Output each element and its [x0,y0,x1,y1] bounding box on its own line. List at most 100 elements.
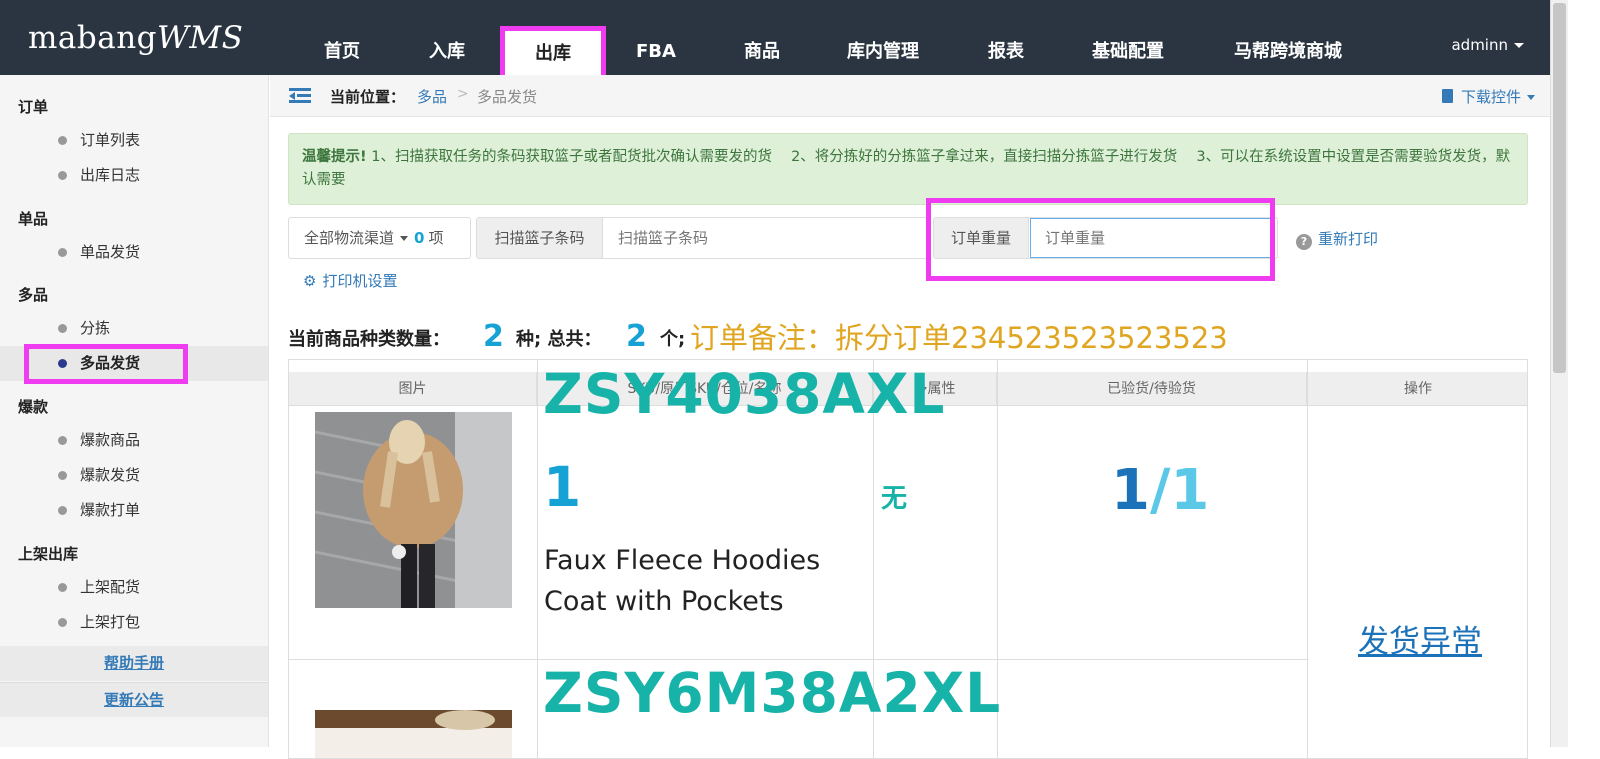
download-control-label: 下载控件 [1460,88,1521,106]
order-note: 订单备注：拆分订单234523523523523 [690,321,1228,355]
reprint-label: 重新打印 [1318,230,1379,248]
update-notice-link[interactable]: 更新公告 [0,682,268,717]
chevron-down-icon [400,236,409,241]
nav-warehouse-mgmt[interactable]: 库内管理 [835,24,931,80]
bullet-icon [58,618,67,627]
logistics-channel-select[interactable]: 全部物流渠道 0 项 [288,217,471,259]
sku-table: 图片 SKU/原厂SKU/仓位/名称 多属性 已验货/待验货 操作 ZSY403… [288,359,1528,759]
sidebar-group-multi: 多品 [18,286,49,304]
sidebar-item-outbound-log[interactable]: 出库日志 [0,158,268,193]
sidebar-item-shelf-pick[interactable]: 上架配货 [0,570,268,605]
basket-barcode-addon: 扫描篮子条码 [477,218,603,258]
sidebar-item-label: 爆款打单 [80,501,141,519]
sidebar-item-single-ship[interactable]: 单品发货 [0,235,268,270]
sidebar-item-label: 出库日志 [80,166,141,184]
bullet-icon [58,583,67,592]
shipping-exception-link[interactable]: 发货异常 [1358,616,1482,661]
highlight-box [926,198,1275,281]
top-navbar: mabangWMS 首页 入库 出库 FBA 商品 库内管理 报表 基础配置 马… [0,0,1568,82]
sidebar-group-single: 单品 [18,210,49,228]
reprint-button[interactable]: ? 重新打印 [1296,228,1378,250]
sidebar-group-orders: 订单 [18,98,49,116]
header-checked: 已验货/待验货 [997,372,1307,406]
kinds-label: 当前商品种类数量： [288,329,450,350]
tip-alert: 温馨提示! 1、扫描获取任务的条码获取篮子或者配货批次确认需要发的货 2、将分拣… [288,133,1528,205]
breadcrumb-bar: 当前位置： 多品 > 多品发货 下载控件 [270,75,1555,117]
sidebar-item-label: 单品发货 [80,243,141,261]
sidebar-item-hot-products[interactable]: 爆款商品 [0,423,268,458]
nav-products[interactable]: 商品 [720,24,804,80]
breadcrumb-current: 多品发货 [477,88,538,106]
sidebar-item-order-list[interactable]: 订单列表 [0,123,268,158]
page-scrollbar[interactable] [1550,0,1568,747]
sidebar-item-label: 上架打包 [80,613,141,631]
sidebar-item-label: 订单列表 [80,131,141,149]
sidebar-item-hot-print[interactable]: 爆款打单 [0,493,268,528]
sidebar-item-label: 爆款商品 [80,431,141,449]
nav-mall[interactable]: 马帮跨境商城 [1220,24,1356,80]
download-icon [1441,89,1453,103]
sidebar-group-shelf: 上架出库 [18,545,79,563]
alert-title: 温馨提示! [302,149,367,165]
checked-count: 1 [1111,458,1150,523]
sidebar-item-label: 爆款发货 [80,466,141,484]
help-manual-link[interactable]: 帮助手册 [0,646,268,681]
sidebar-item-label: 上架配货 [80,578,141,596]
kinds-count: 2 [483,319,504,354]
printer-settings-label: 打印机设置 [322,272,398,290]
bullet-icon [58,324,67,333]
product-image [315,412,512,608]
nav-outbound[interactable]: 出库 [500,26,606,82]
sidebar-item-shelf-pack[interactable]: 上架打包 [0,605,268,640]
sidebar-toggle-icon[interactable] [289,88,311,104]
nav-reports[interactable]: 报表 [970,24,1042,80]
header-action: 操作 [1307,372,1527,406]
basket-barcode-input[interactable] [604,218,924,258]
scrollbar-thumb[interactable] [1553,3,1566,373]
pending-count: /1 [1149,458,1210,523]
product-image [315,710,512,758]
app-logo[interactable]: mabangWMS [28,20,243,56]
bullet-icon [58,436,67,445]
highlight-box [24,344,188,384]
username: adminn [1451,36,1508,54]
nav-home[interactable]: 首页 [300,24,384,80]
header-image: 图片 [289,372,537,406]
sku-quantity: 1 [543,455,582,519]
download-control-button[interactable]: 下载控件 [1441,86,1535,107]
kinds-unit-label: 种; 总共： [516,329,602,350]
nav-basic-config[interactable]: 基础配置 [1080,24,1176,80]
channel-label: 全部物流渠道 [304,229,395,247]
sku-code: ZSY6M38A2XL [543,661,1002,725]
total-unit-label: 个; [660,329,686,350]
bullet-icon [58,171,67,180]
bullet-icon [58,248,67,257]
chevron-down-icon [1527,95,1535,100]
basket-barcode-group: 扫描篮子条码 [476,217,928,259]
logo-text: mabang [28,20,158,56]
sidebar-group-hot: 爆款 [18,398,49,416]
question-icon: ? [1296,234,1312,250]
main-content: 当前位置： 多品 > 多品发货 下载控件 温馨提示! 1、扫描获取任务的条码获取… [270,75,1555,759]
bullet-icon [58,506,67,515]
sidebar-item-sorting[interactable]: 分拣 [0,311,268,346]
channel-count: 0 [414,229,425,247]
sidebar-item-label: 分拣 [80,319,111,337]
bullet-icon [58,471,67,480]
breadcrumb-separator: > [457,86,469,102]
user-menu[interactable]: adminn [1451,36,1524,54]
breadcrumb-link-multi[interactable]: 多品 [417,86,447,107]
sku-code: ZSY4038AXL [543,362,946,426]
channel-unit: 项 [428,229,444,247]
check-ratio: 1/1 [1111,458,1209,523]
alert-text: 1、扫描获取任务的条码获取篮子或者配货批次确认需要发的货 2、将分拣好的分拣篮子… [302,149,1511,188]
gear-icon: ⚙ [303,272,317,290]
sidebar: 订单 订单列表 出库日志 单品 单品发货 多品 分拣 多品发货 爆款 爆款商品 … [0,75,269,747]
printer-settings-button[interactable]: ⚙ 打印机设置 [303,270,397,291]
nav-fba[interactable]: FBA [620,24,692,80]
attribute-value: 无 [881,484,908,514]
breadcrumb-label: 当前位置： [330,88,406,106]
product-name: Faux Fleece Hoodies Coat with Pockets [544,545,821,617]
nav-inbound[interactable]: 入库 [405,24,489,80]
sidebar-item-hot-ship[interactable]: 爆款发货 [0,458,268,493]
